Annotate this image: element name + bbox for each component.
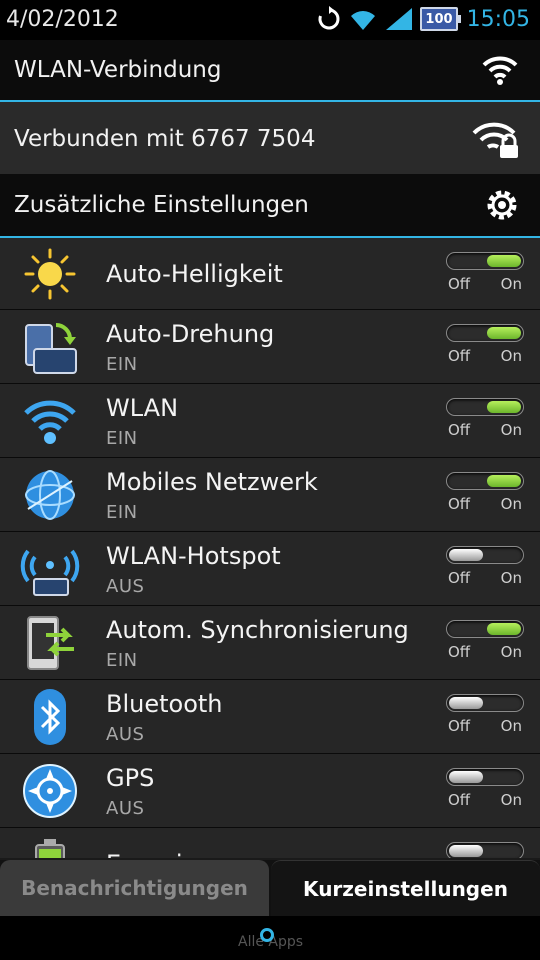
wifi-icon xyxy=(351,11,375,30)
gps-toggle[interactable]: Off On xyxy=(446,768,524,809)
wifi-icon xyxy=(24,400,76,444)
setting-status: EIN xyxy=(106,502,138,523)
setting-status: EIN xyxy=(106,354,138,375)
sync-icon xyxy=(318,6,340,30)
setting-label: Bluetooth xyxy=(106,690,223,718)
gps-icon xyxy=(23,763,77,818)
signal-icon xyxy=(386,8,412,30)
setting-label: WLAN xyxy=(106,394,179,422)
battery-saver-icon xyxy=(35,838,65,858)
mobile-network-toggle[interactable]: Off On xyxy=(446,472,524,513)
tab-notifications[interactable]: Benachrichtigungen xyxy=(0,860,269,916)
setting-status: AUS xyxy=(106,798,145,819)
toggle-on-label: On xyxy=(500,569,522,587)
setting-bluetooth[interactable]: Bluetooth AUS Off On xyxy=(0,680,540,754)
toggle-knob-on xyxy=(487,623,521,635)
wlan-header[interactable]: WLAN-Verbindung xyxy=(0,40,540,100)
status-date: 4/02/2012 xyxy=(6,7,119,32)
panel-tab-bar: Benachrichtigungen Kurzeinstellungen xyxy=(0,860,540,916)
toggle-off-label: Off xyxy=(448,421,471,439)
hotspot-icon xyxy=(20,549,80,596)
battery-level: 100 xyxy=(425,11,453,27)
quick-settings-list: Auto-Helligkeit Off On Auto-Drehung EIN O… xyxy=(0,238,540,858)
toggle-knob-off xyxy=(449,697,483,709)
toggle-knob-off xyxy=(449,771,483,783)
gear-icon xyxy=(487,190,517,220)
toggle-off-label: Off xyxy=(448,791,471,809)
toggle-knob-on xyxy=(487,255,521,267)
auto-brightness-toggle[interactable]: Off On xyxy=(446,252,524,293)
toggle-knob-on xyxy=(487,327,521,339)
toggle-on-label: On xyxy=(500,643,522,661)
setting-label: Auto-Helligkeit xyxy=(106,260,283,288)
panel-handle-icon[interactable] xyxy=(260,928,274,942)
sun-icon xyxy=(24,248,76,299)
status-time: 15:05 xyxy=(466,7,530,32)
additional-settings-row[interactable]: Zusätzliche Einstellungen xyxy=(0,174,540,238)
auto-sync-toggle[interactable]: Off On xyxy=(446,620,524,661)
toggle-knob-on xyxy=(487,475,521,487)
status-bar: 4/02/2012 100 15:05 xyxy=(0,0,540,40)
toggle-off-label: Off xyxy=(448,717,471,735)
toggle-on-label: On xyxy=(500,717,522,735)
setting-auto-rotate[interactable]: Auto-Drehung EIN Off On xyxy=(0,310,540,384)
toggle-on-label: On xyxy=(500,495,522,513)
toggle-off-label: Off xyxy=(448,275,471,293)
setting-status: EIN xyxy=(106,650,138,671)
power-saver-toggle[interactable]: OffOn xyxy=(446,842,524,858)
status-icons: 100 xyxy=(316,6,461,32)
bluetooth-toggle[interactable]: Off On xyxy=(446,694,524,735)
setting-power-saver[interactable]: Energie sparen OffOn xyxy=(0,828,540,858)
toggle-off-label: Off xyxy=(448,569,471,587)
setting-label: Autom. Synchronisierung xyxy=(106,616,409,644)
toggle-off-label: Off xyxy=(448,347,471,365)
setting-wlan[interactable]: WLAN EIN Off On xyxy=(0,384,540,458)
setting-wlan-hotspot[interactable]: WLAN-Hotspot AUS Off On xyxy=(0,532,540,606)
setting-status: EIN xyxy=(106,428,138,449)
toggle-on-label: On xyxy=(500,347,522,365)
toggle-off-label: Off xyxy=(448,643,471,661)
battery-icon: 100 xyxy=(420,7,461,31)
wlan-connected-row[interactable]: Verbunden mit 6767 7504 xyxy=(0,100,540,176)
setting-label: Energie sparen xyxy=(106,850,287,858)
setting-auto-brightness[interactable]: Auto-Helligkeit Off On xyxy=(0,238,540,310)
toggle-knob-off xyxy=(449,845,483,857)
sync-phone-icon xyxy=(27,615,74,670)
setting-label: Auto-Drehung xyxy=(106,320,275,348)
rotate-icon xyxy=(25,322,77,374)
tab-quick-settings[interactable]: Kurzeinstellungen xyxy=(271,860,540,916)
globe-icon xyxy=(25,469,75,520)
setting-mobile-network[interactable]: Mobiles Netzwerk EIN Off On xyxy=(0,458,540,532)
wlan-title: WLAN-Verbindung xyxy=(14,57,222,83)
toggle-off-label: Off xyxy=(448,495,471,513)
toggle-on-label: On xyxy=(500,275,522,293)
wifi-icon xyxy=(482,56,518,85)
wlan-connection-status: Verbunden mit 6767 7504 xyxy=(14,126,316,152)
setting-auto-sync[interactable]: Autom. Synchronisierung EIN Off On xyxy=(0,606,540,680)
toggle-knob-off xyxy=(449,549,483,561)
setting-gps[interactable]: GPS AUS Off On xyxy=(0,754,540,828)
toggle-on-label: On xyxy=(500,421,522,439)
wifi-lock-icon xyxy=(472,122,518,158)
wlan-toggle[interactable]: Off On xyxy=(446,398,524,439)
wlan-hotspot-toggle[interactable]: Off On xyxy=(446,546,524,587)
auto-rotate-toggle[interactable]: Off On xyxy=(446,324,524,365)
setting-status: AUS xyxy=(106,724,145,745)
setting-label: Mobiles Netzwerk xyxy=(106,468,318,496)
toggle-on-label: On xyxy=(500,791,522,809)
setting-label: WLAN-Hotspot xyxy=(106,542,281,570)
bluetooth-icon xyxy=(34,688,66,745)
setting-label: GPS xyxy=(106,764,155,792)
toggle-knob-on xyxy=(487,401,521,413)
setting-status: AUS xyxy=(106,576,145,597)
additional-settings-label: Zusätzliche Einstellungen xyxy=(14,192,309,218)
